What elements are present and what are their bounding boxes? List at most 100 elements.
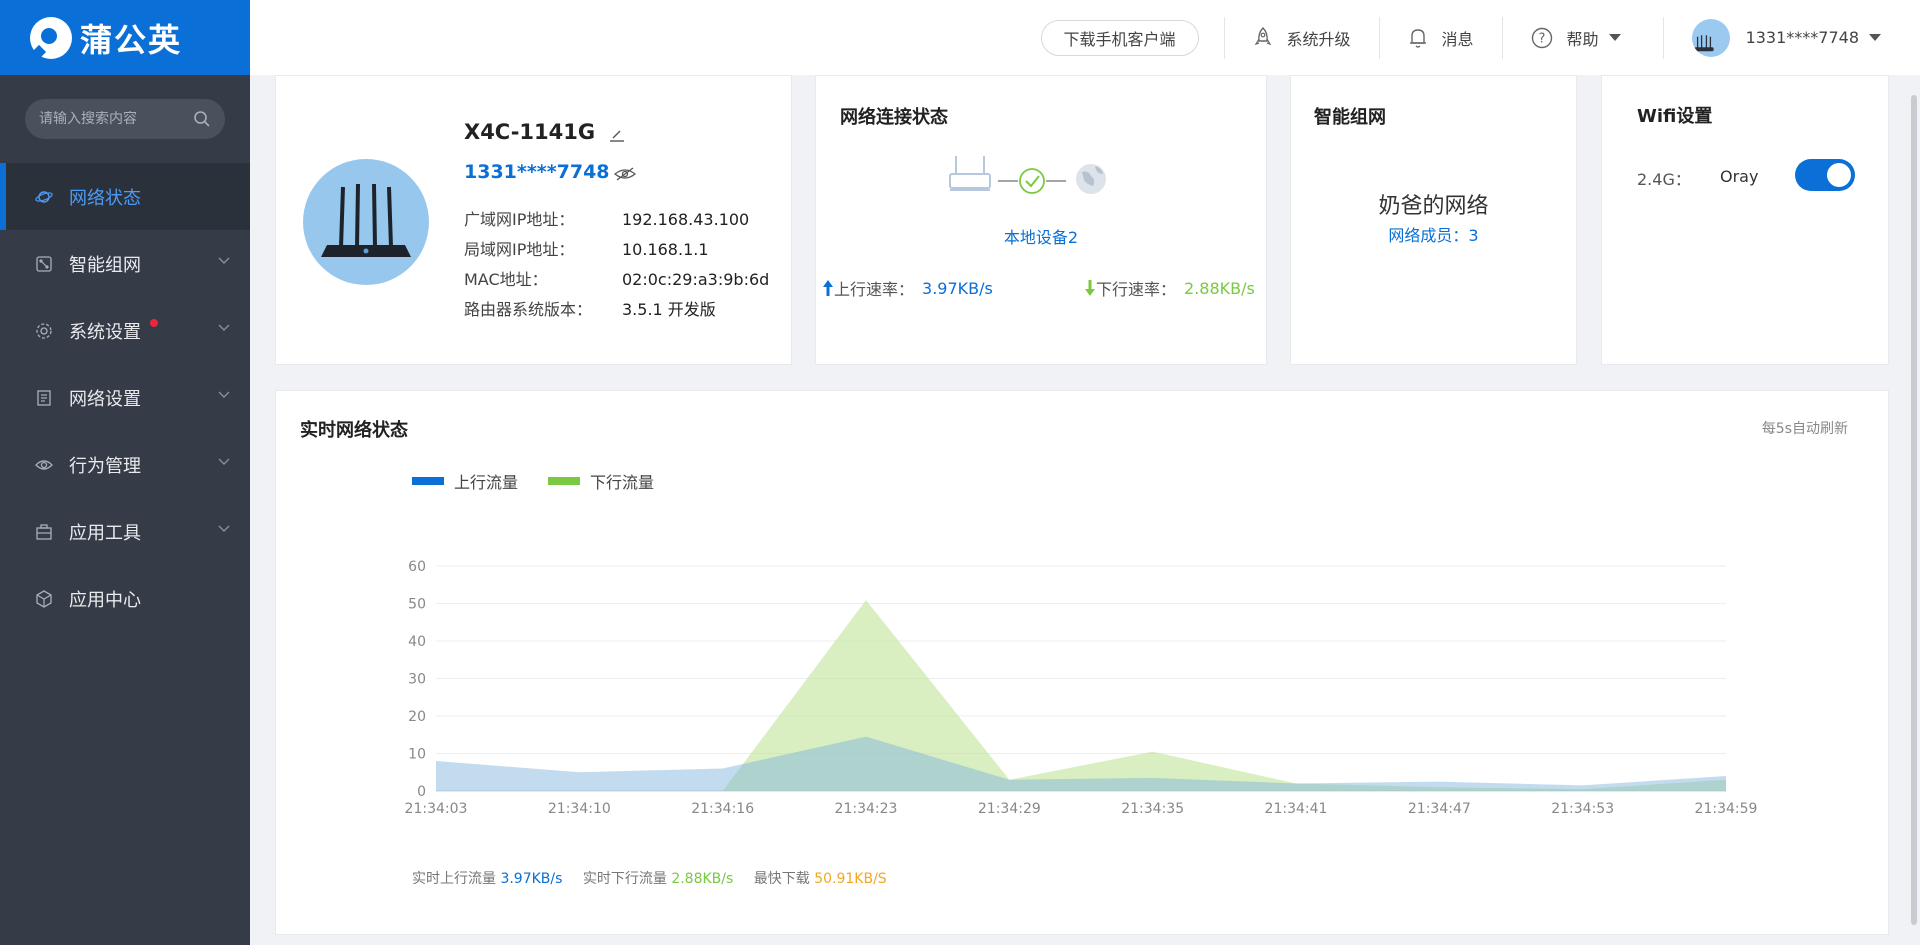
gear-icon xyxy=(35,322,53,340)
notification-dot xyxy=(150,319,158,327)
brand-logo[interactable]: 蒲公英 xyxy=(0,0,250,75)
search-input[interactable] xyxy=(39,111,189,127)
local-device-link[interactable]: 本地设备2 xyxy=(816,224,1266,248)
user-account-label: 1331****7748 xyxy=(1745,28,1859,47)
upload-rate-value: 3.97KB/s xyxy=(922,278,993,298)
mac-address-row: MAC地址： 02:0c:29:a3:9b:6d xyxy=(464,266,769,290)
search-icon[interactable] xyxy=(193,110,211,128)
router-icon xyxy=(1693,34,1714,51)
network-connection-card: 网络连接状态 本地设备2 上行速率： 3.97KB/s 下行速率： 2.88KB… xyxy=(815,75,1267,365)
y-tick-label: 40 xyxy=(408,634,426,650)
system-upgrade-label: 系统升级 xyxy=(1286,29,1351,49)
wifi-settings-card: Wifi设置 2.4G： Oray xyxy=(1601,75,1889,365)
x-tick-label: 21:34:47 xyxy=(1408,801,1471,817)
device-name: X4C-1141G xyxy=(464,120,596,144)
cube-icon xyxy=(35,589,53,608)
footer-peak-value: 50.91KB/S xyxy=(814,871,887,887)
router-image xyxy=(303,159,429,285)
sidebar-item-system-settings[interactable]: 系统设置 xyxy=(0,297,250,364)
download-rate: 下行速率： 2.88KB/s xyxy=(1084,276,1255,300)
sidebar-item-label: 行为管理 xyxy=(69,455,141,477)
chevron-down-icon xyxy=(218,257,230,264)
wifi-band-label: 2.4G： xyxy=(1637,170,1691,189)
sidebar-item-label: 网络状态 xyxy=(69,187,141,209)
info-label: MAC地址： xyxy=(464,270,548,289)
info-label: 路由器系统版本： xyxy=(464,300,593,319)
globe-icon xyxy=(1076,164,1106,194)
sidebar-item-behavior-management[interactable]: 行为管理 xyxy=(0,431,250,498)
y-tick-label: 50 xyxy=(408,597,426,613)
x-tick-label: 21:34:29 xyxy=(978,801,1041,817)
x-tick-label: 21:34:10 xyxy=(548,801,611,817)
y-tick-label: 60 xyxy=(408,559,426,575)
user-menu[interactable]: 1331****7748 xyxy=(1664,18,1895,57)
download-rate-value: 2.88KB/s xyxy=(1184,278,1255,298)
chevron-down-icon xyxy=(218,391,230,398)
caret-down-icon xyxy=(1608,33,1621,41)
realtime-network-card: 实时网络状态 每5s自动刷新 上行流量 下行流量 0 10 20 30 40 50 60 21… xyxy=(275,390,1889,935)
page-scrollbar[interactable] xyxy=(1908,75,1920,945)
wan-ip-row: 广域网IP地址： 192.168.43.100 xyxy=(464,206,749,230)
footer-down-label: 实时下行流量 xyxy=(582,871,667,887)
planet-icon xyxy=(35,188,53,206)
system-upgrade-button[interactable]: 系统升级 xyxy=(1225,26,1379,50)
x-tick-label: 21:34:23 xyxy=(835,801,898,817)
messages-button[interactable]: 消息 xyxy=(1380,26,1502,50)
info-label: 局域网IP地址： xyxy=(464,240,575,259)
info-value: 192.168.43.100 xyxy=(622,210,750,229)
smart-mesh-card: 智能组网 奶爸的网络 网络成员：3 xyxy=(1290,75,1577,365)
chevron-down-icon xyxy=(218,324,230,331)
sidebar: 蒲公英 网络状态 智能组网 系统设置 网络设置 行为管理 xyxy=(0,0,250,945)
sidebar-item-network-status[interactable]: 网络状态 xyxy=(0,163,250,230)
mesh-network-name: 奶爸的网络 xyxy=(1378,194,1489,219)
search-box xyxy=(25,99,225,139)
info-value: 3.5.1 开发版 xyxy=(622,300,716,319)
sidebar-item-network-settings[interactable]: 网络设置 xyxy=(0,364,250,431)
series-area-upload xyxy=(436,736,1726,791)
info-value: 10.168.1.1 xyxy=(622,240,709,259)
caret-down-icon xyxy=(1869,33,1881,41)
info-value: 02:0c:29:a3:9b:6d xyxy=(622,270,770,289)
download-app-button[interactable]: 下载手机客户端 xyxy=(1040,19,1199,56)
footer-up-value: 3.97KB/s xyxy=(500,871,563,887)
sidebar-item-app-tools[interactable]: 应用工具 xyxy=(0,498,250,565)
messages-label: 消息 xyxy=(1441,29,1474,49)
bell-icon xyxy=(1409,28,1426,48)
sidebar-item-app-center[interactable]: 应用中心 xyxy=(0,565,250,632)
wifi-toggle[interactable] xyxy=(1795,159,1855,191)
lan-ip-row: 局域网IP地址： 10.168.1.1 xyxy=(464,236,709,260)
x-tick-label: 21:34:53 xyxy=(1551,801,1614,817)
connection-diagram xyxy=(949,156,1106,194)
sidebar-item-smart-mesh[interactable]: 智能组网 xyxy=(0,230,250,297)
wifi-settings-title: Wifi设置 xyxy=(1637,106,1713,127)
device-info-card: X4C-1141G 1331****7748 广域网IP地址： 192.168.4… xyxy=(275,75,792,365)
footer-down-value: 2.88KB/s xyxy=(671,871,734,887)
eye-target-icon xyxy=(35,456,53,474)
eye-hidden-icon[interactable] xyxy=(614,166,636,182)
help-label: 帮助 xyxy=(1566,29,1599,49)
scrollbar-thumb[interactable] xyxy=(1911,95,1917,925)
chevron-down-icon xyxy=(218,458,230,465)
footer-peak-label: 最快下载 xyxy=(753,871,810,887)
router-device-icon xyxy=(949,156,991,191)
x-tick-label: 21:34:03 xyxy=(405,801,468,817)
arrow-down-icon xyxy=(1085,280,1095,296)
chart-footer: 实时上行流量 3.97KB/s 实时下行流量 2.88KB/s 最快下载 50.… xyxy=(412,868,887,888)
y-tick-label: 10 xyxy=(408,747,426,763)
upload-rate: 上行速率： 3.97KB/s xyxy=(822,276,993,300)
document-list-icon xyxy=(35,389,53,407)
avatar xyxy=(1691,18,1730,57)
help-menu[interactable]: ? 帮助 xyxy=(1503,26,1663,50)
device-account: 1331****7748 xyxy=(464,161,610,183)
edit-icon[interactable] xyxy=(609,126,625,142)
dandelion-logo-icon xyxy=(30,16,72,59)
check-circle-icon xyxy=(1019,168,1045,194)
mesh-members-link[interactable]: 网络成员：3 xyxy=(1291,222,1576,246)
x-tick-label: 21:34:59 xyxy=(1695,801,1758,817)
network-connection-title: 网络连接状态 xyxy=(840,107,948,128)
y-tick-label: 0 xyxy=(417,784,426,800)
info-label: 广域网IP地址： xyxy=(464,210,575,229)
sidebar-item-label: 应用工具 xyxy=(69,522,141,544)
footer-up-label: 实时上行流量 xyxy=(412,871,496,887)
arrow-up-icon xyxy=(823,280,833,296)
